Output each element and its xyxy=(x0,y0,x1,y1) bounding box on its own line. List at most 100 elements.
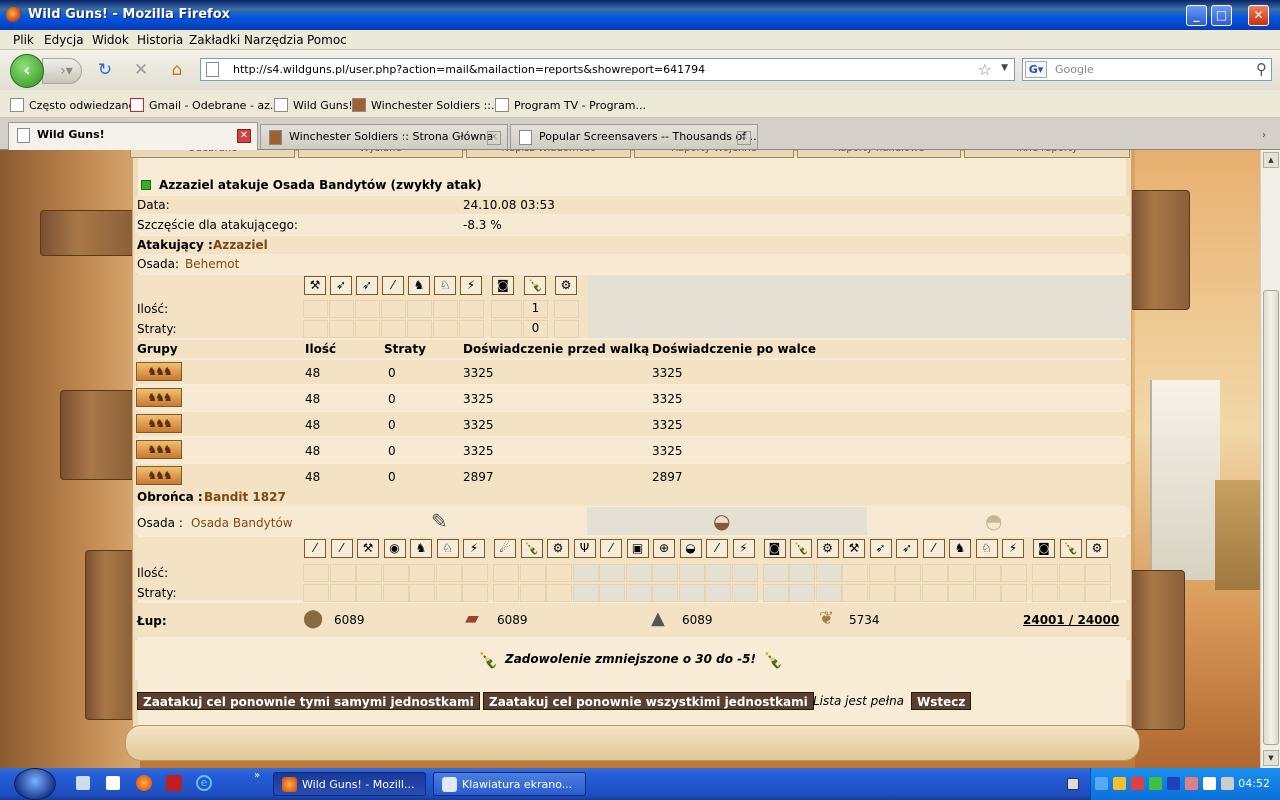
tray-arrow-icon[interactable] xyxy=(1067,778,1079,790)
tray-bluetooth-icon[interactable] xyxy=(1167,777,1180,790)
search-box[interactable]: G▾ Google ⚲ xyxy=(1022,58,1272,81)
google-icon[interactable]: G▾ xyxy=(1025,61,1047,78)
hat-unit-icon: ◒ xyxy=(679,539,702,558)
horse-group-icon[interactable]: ♞♞♞ xyxy=(136,362,182,381)
wheel-unit-icon: ⚙ xyxy=(1086,539,1108,558)
vertical-scrollbar[interactable]: ▲ ▼ xyxy=(1260,150,1280,768)
bottle-icon: 🍾 xyxy=(763,650,783,669)
loot-wood: 6089 xyxy=(334,613,365,627)
horse-group-icon[interactable]: ♞♞♞ xyxy=(136,414,182,433)
start-button[interactable] xyxy=(14,768,56,800)
tray-volume-icon[interactable] xyxy=(1221,777,1234,790)
close-window-button[interactable]: ✕ xyxy=(1248,5,1269,26)
quicklaunch-icon[interactable] xyxy=(76,776,90,790)
tab-list-icon[interactable]: › xyxy=(1262,130,1266,141)
forward-button[interactable]: ›▾ xyxy=(42,58,82,84)
subtab-write[interactable]: Napisz Wiadomość xyxy=(466,150,631,158)
show-desktop-icon[interactable] xyxy=(106,776,120,790)
reload-icon[interactable]: ↻ xyxy=(95,60,115,80)
menu-widok[interactable]: Widok xyxy=(92,33,129,47)
url-dropdown-icon[interactable]: ▼ xyxy=(1001,63,1008,73)
subtab-received[interactable]: Odebrane xyxy=(130,150,295,158)
rifle-unit-icon: ➶ xyxy=(356,276,378,295)
attacker-loss-cell xyxy=(329,320,354,338)
search-input[interactable]: Google xyxy=(1055,63,1094,76)
attacker-loss-cell xyxy=(407,320,432,338)
firefox-icon xyxy=(282,777,297,792)
group-exp-before: 3325 xyxy=(463,392,494,406)
minimize-button[interactable]: _ xyxy=(1186,5,1207,26)
firefox-quicklaunch-icon[interactable] xyxy=(136,775,152,791)
defender-loss-cell xyxy=(1058,584,1085,602)
bookmark-gmail[interactable]: Gmail - Odebrane - az... xyxy=(130,98,280,112)
attack-same-units-button[interactable]: Zaatakuj cel ponownie tymi samymi jednos… xyxy=(137,692,480,710)
scroll-thumb[interactable] xyxy=(1263,290,1279,745)
menu-narzedzia[interactable]: Narzędzia xyxy=(244,33,304,47)
url-bar[interactable]: http://s4.wildguns.pl/user.php?action=ma… xyxy=(200,58,1015,81)
defender-qty-cell xyxy=(921,564,948,582)
menu-edycja[interactable]: Edycja xyxy=(44,33,84,47)
tray-network-icon[interactable] xyxy=(1095,777,1108,790)
tab-screensavers[interactable]: Popular Screensavers -- Thousands of ...… xyxy=(510,124,758,149)
defender-qty-cell xyxy=(1001,564,1027,582)
tray-sun-icon[interactable] xyxy=(1113,777,1126,790)
tray-app-icon[interactable] xyxy=(1185,777,1198,790)
subtab-sent[interactable]: Wysłane xyxy=(298,150,463,158)
back-button[interactable]: ‹ xyxy=(10,54,44,88)
tray-wifi-icon[interactable] xyxy=(1203,777,1216,790)
close-tab-icon[interactable]: ✕ xyxy=(487,131,501,145)
attacker-name-link[interactable]: Azzaziel xyxy=(211,235,270,253)
attacker-loss-cell xyxy=(303,320,328,338)
close-tab-icon[interactable]: ✕ xyxy=(737,131,751,145)
taskbar-keyboard[interactable]: Klawiatura ekrano... xyxy=(433,772,586,796)
stop-icon[interactable]: ✕ xyxy=(131,60,151,80)
keyboard-icon xyxy=(442,777,457,792)
settlement-label: Osada: xyxy=(137,257,180,271)
home-icon[interactable]: ⌂ xyxy=(167,60,187,80)
bookmark-star-icon[interactable]: ☆ xyxy=(978,60,992,79)
loot-total-link[interactable]: 24001 / 24000 xyxy=(1021,610,1121,644)
back-link-button[interactable]: Wstecz xyxy=(911,692,972,710)
rifle-unit-icon: ➶ xyxy=(896,539,918,558)
subtab-trade-reports[interactable]: Raporty handlowe xyxy=(797,150,961,158)
menu-historia[interactable]: Historia xyxy=(137,33,183,47)
menu-pomoc[interactable]: Pomoc xyxy=(307,33,347,47)
tray-green-icon[interactable] xyxy=(1149,777,1162,790)
defender-qty-cell xyxy=(572,564,599,582)
defender-qty-cell xyxy=(842,564,868,582)
bookmark-often-visited[interactable]: Często odwiedzane xyxy=(10,98,135,112)
attacker-qty-cell xyxy=(459,300,484,318)
ie-icon[interactable]: e xyxy=(196,775,212,791)
satisfaction-row: 🍾 Zadowolenie zmniejszone o 30 do -5! 🍾 xyxy=(135,640,1130,680)
close-tab-icon[interactable]: ✕ xyxy=(237,129,251,143)
bookmark-winchester[interactable]: Winchester Soldiers ::... xyxy=(352,98,502,112)
maximize-button[interactable]: □ xyxy=(1211,5,1232,26)
col-exp-after: Doświadczenie po walce xyxy=(652,342,817,356)
horse-group-icon[interactable]: ♞♞♞ xyxy=(136,466,182,485)
app-quicklaunch-icon[interactable] xyxy=(166,775,182,791)
defender-loss-cell xyxy=(1085,584,1111,602)
more-icon[interactable]: » xyxy=(254,770,260,781)
tab-winchester[interactable]: Winchester Soldiers :: Strona Główna ✕ xyxy=(260,124,508,149)
search-icon[interactable]: ⚲ xyxy=(1256,60,1267,78)
menu-zakladki[interactable]: Zakładki xyxy=(189,33,240,47)
defender-loss-cell xyxy=(329,584,356,602)
subtab-war-reports[interactable]: Raporty Wojenne xyxy=(634,150,794,158)
settlement-name-link[interactable]: Behemot xyxy=(183,254,241,272)
tab-wild-guns[interactable]: Wild Guns! ✕ xyxy=(8,122,258,150)
bookmark-program-tv[interactable]: Program TV - Program... xyxy=(495,98,646,112)
scroll-up-icon[interactable]: ▲ xyxy=(1263,152,1279,168)
attack-all-units-button[interactable]: Zaatakuj cel ponownie wszystkimi jednost… xyxy=(483,692,814,710)
defender-qty-cell xyxy=(705,564,731,582)
tray-antivirus-icon[interactable] xyxy=(1131,777,1144,790)
taskbar-firefox[interactable]: Wild Guns! - Mozill... xyxy=(273,772,426,796)
defender-loss-cell xyxy=(705,584,731,602)
bookmark-wild-guns[interactable]: Wild Guns! xyxy=(274,98,353,112)
barn-illustration xyxy=(1215,480,1260,590)
horse-group-icon[interactable]: ♞♞♞ xyxy=(136,440,182,459)
scroll-down-icon[interactable]: ▼ xyxy=(1263,750,1279,766)
horse-group-icon[interactable]: ♞♞♞ xyxy=(136,388,182,407)
subtab-other-reports[interactable]: Inne raporty xyxy=(964,150,1130,158)
defender-name-link[interactable]: Bandit 1827 xyxy=(202,487,288,505)
menu-plik[interactable]: Plik xyxy=(13,33,34,47)
